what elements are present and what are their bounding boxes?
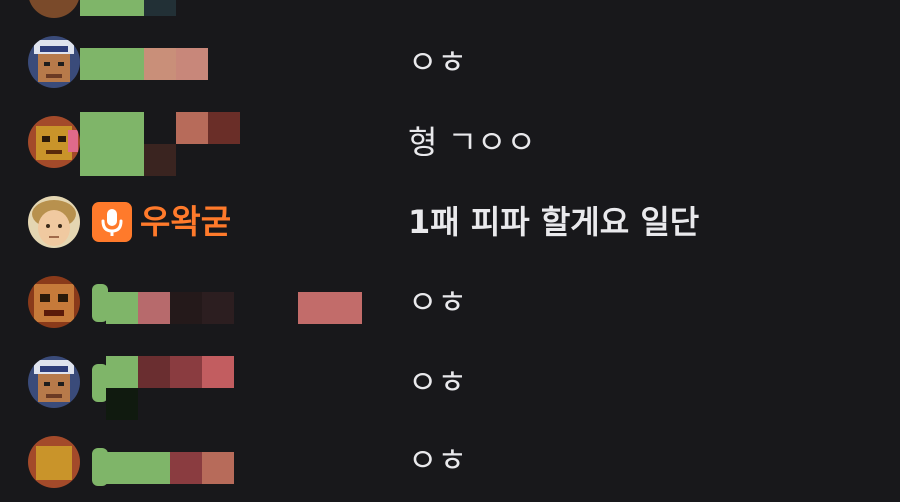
- message-text: 형 ㄱㅇㅇ: [408, 123, 536, 161]
- redacted-username: [80, 112, 144, 176]
- avatar[interactable]: [28, 276, 80, 328]
- chat-message: ㅇㅎ: [0, 342, 900, 422]
- chat-message: ㅇㅎ: [0, 22, 900, 102]
- chat-message: ㅇㅎ: [0, 262, 900, 342]
- message-text: ㅇㅎ: [408, 363, 467, 401]
- microphone-badge: [92, 202, 132, 242]
- redacted-username: [80, 0, 144, 16]
- avatar[interactable]: [28, 436, 80, 488]
- message-text: ㅇㅎ: [408, 43, 467, 81]
- chat-message: ㅇㅎ: [0, 422, 900, 502]
- message-text: ㅇㅎ: [408, 283, 467, 321]
- avatar[interactable]: [28, 36, 80, 88]
- avatar[interactable]: [28, 356, 80, 408]
- avatar[interactable]: [28, 196, 80, 248]
- chat-message: 형 ㄱㅇㅇ: [0, 102, 900, 182]
- message-text: 1패 피파 할게요 일단: [408, 203, 700, 241]
- chat-message: 우왁굳 1패 피파 할게요 일단: [0, 182, 900, 262]
- avatar[interactable]: [28, 116, 80, 168]
- avatar[interactable]: [28, 0, 80, 18]
- redacted-username: [106, 292, 138, 324]
- username-highlight[interactable]: 우왁굳: [140, 200, 231, 244]
- microphone-icon: [101, 209, 123, 236]
- message-text: ㅇㅎ: [408, 441, 467, 479]
- redacted-username: [80, 48, 144, 80]
- redacted-username: [106, 356, 138, 388]
